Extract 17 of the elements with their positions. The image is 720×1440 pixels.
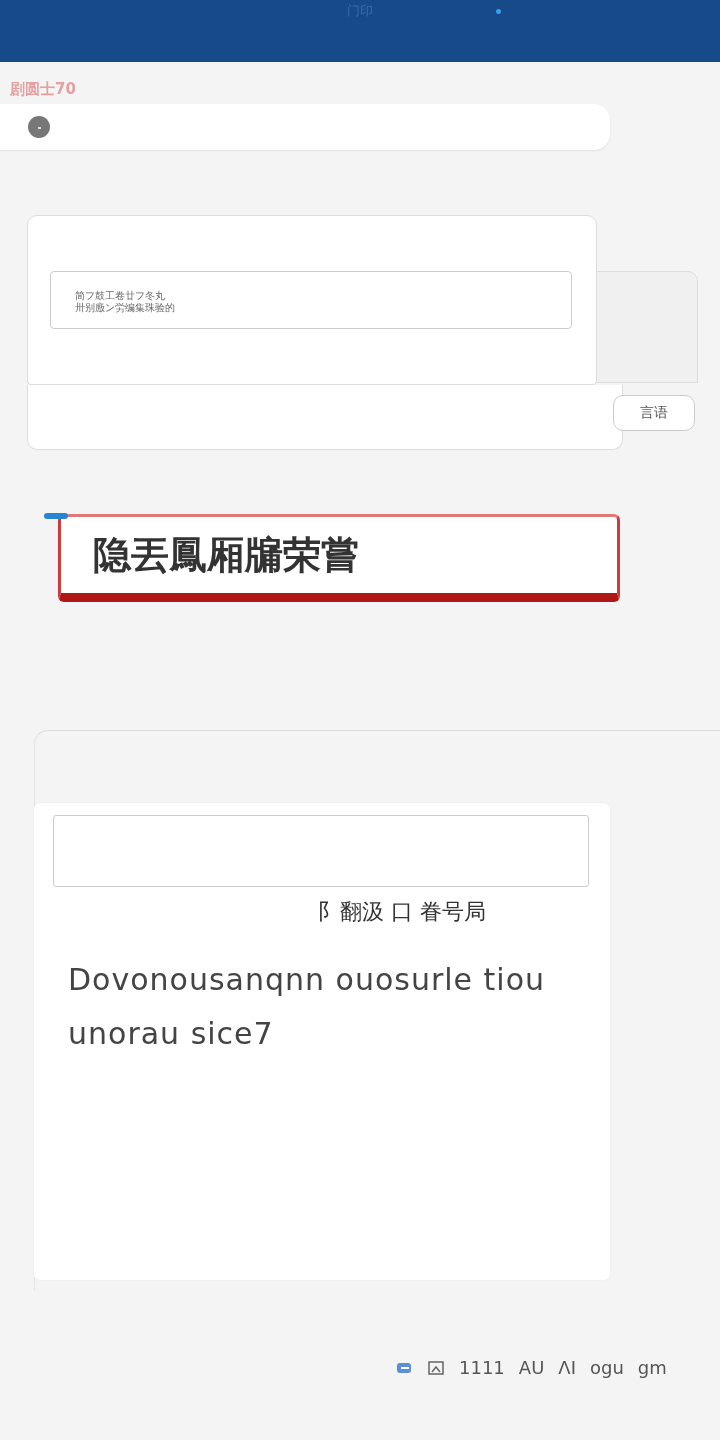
search-field[interactable] <box>0 104 610 150</box>
footer-text: gm <box>637 1357 667 1378</box>
action-button[interactable]: 言语 <box>613 395 695 431</box>
banner-title: 隐丟鳳厢牖荣嘗 <box>93 531 359 579</box>
question-text: Dovonousanqnn ouosurle tiou unorau sice7 <box>68 961 547 1053</box>
circle-icon <box>28 116 50 138</box>
text-field[interactable]: 简フ鼓工卷廿フ冬丸 卅别廒ン労编集珠验的 <box>50 271 572 329</box>
footer-text: 1111 <box>459 1357 505 1378</box>
footer-text: AU <box>518 1357 545 1378</box>
field-label: 阝翻汲 口 眷号局 <box>317 898 487 926</box>
image-icon[interactable] <box>427 1358 445 1377</box>
footer-text: ogu <box>589 1357 624 1378</box>
subtitle: 剧圆士70 <box>10 80 77 100</box>
footer-text: ΛI <box>558 1357 576 1378</box>
input-field[interactable] <box>53 815 589 887</box>
accent-mark <box>44 513 68 519</box>
indicator-dot-icon <box>496 9 501 14</box>
